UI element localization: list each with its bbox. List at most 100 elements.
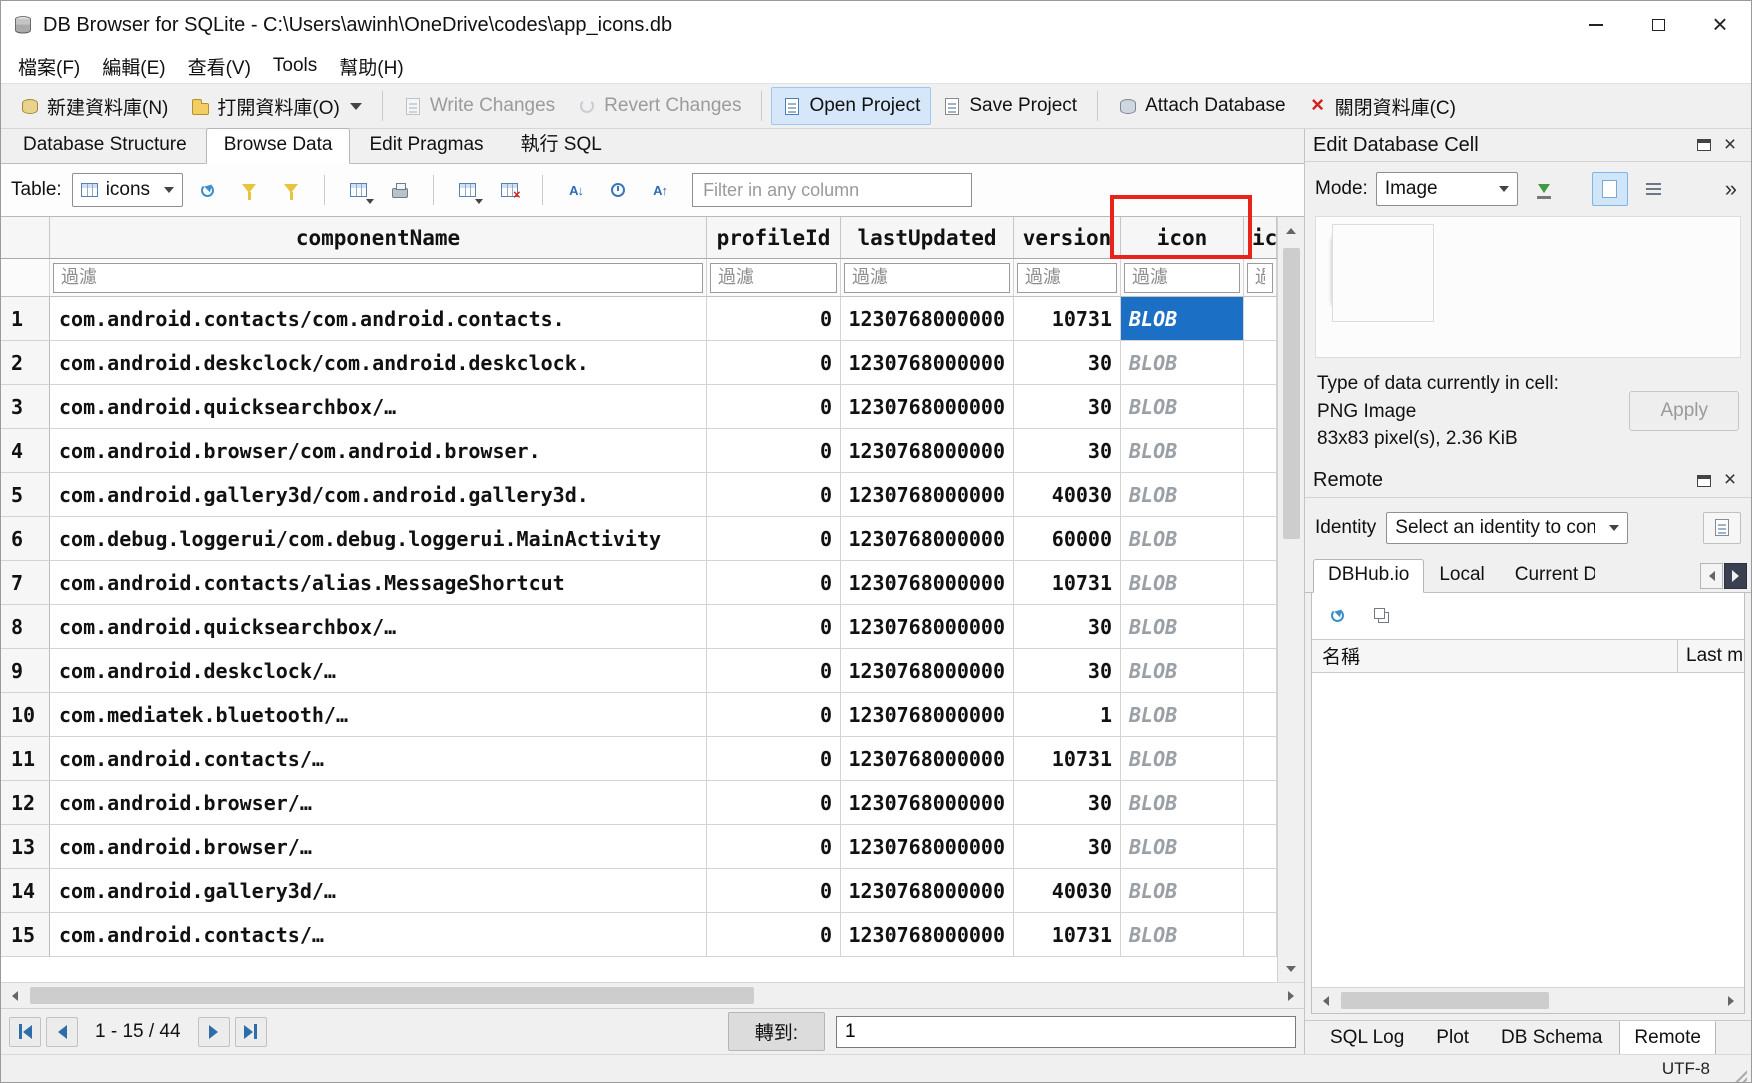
componentName-cell[interactable]: com.android.deskclock/com.android.deskcl…: [50, 341, 707, 385]
componentName-cell[interactable]: com.android.deskclock/…: [50, 649, 707, 693]
table-row[interactable]: 7 com.android.contacts/alias.MessageShor…: [1, 561, 1277, 605]
scroll-right-button[interactable]: [1717, 987, 1744, 1014]
componentName-cell[interactable]: com.android.contacts/…: [50, 737, 707, 781]
icon-blob-cell[interactable]: BLOB: [1121, 869, 1244, 913]
componentName-cell[interactable]: com.android.contacts/alias.MessageShortc…: [50, 561, 707, 605]
version-cell[interactable]: 30: [1014, 341, 1121, 385]
profileId-cell[interactable]: 0: [707, 341, 841, 385]
sort-desc-button[interactable]: A↑: [642, 172, 678, 208]
partial-cell[interactable]: [1244, 385, 1277, 429]
profileId-cell[interactable]: 0: [707, 561, 841, 605]
row-number-cell[interactable]: 13: [1, 825, 50, 869]
open-database-button[interactable]: 打開資料庫(O): [179, 85, 372, 128]
filter-version-input[interactable]: [1017, 263, 1117, 293]
column-header-lastUpdated[interactable]: lastUpdated: [841, 217, 1014, 258]
partial-cell[interactable]: [1244, 649, 1277, 693]
scroll-left-button[interactable]: [1312, 987, 1339, 1014]
lastUpdated-cell[interactable]: 1230768000000: [841, 737, 1014, 781]
write-changes-button[interactable]: Write Changes: [392, 87, 566, 125]
table-row[interactable]: 6 com.debug.loggerui/com.debug.loggerui.…: [1, 517, 1277, 561]
componentName-cell[interactable]: com.debug.loggerui/com.debug.loggerui.Ma…: [50, 517, 707, 561]
attach-database-button[interactable]: Attach Database: [1107, 87, 1296, 125]
row-number-cell[interactable]: 15: [1, 913, 50, 957]
name-column-header[interactable]: 名稱: [1312, 640, 1678, 672]
table-row[interactable]: 1 com.android.contacts/com.android.conta…: [1, 297, 1277, 341]
componentName-cell[interactable]: com.android.contacts/…: [50, 913, 707, 957]
horizontal-scroll-thumb[interactable]: [1341, 992, 1549, 1009]
table-row[interactable]: 11 com.android.contacts/… 0 123076800000…: [1, 737, 1277, 781]
profileId-cell[interactable]: 0: [707, 473, 841, 517]
icon-blob-cell[interactable]: BLOB: [1121, 781, 1244, 825]
partial-cell[interactable]: [1244, 473, 1277, 517]
lastUpdated-cell[interactable]: 1230768000000: [841, 429, 1014, 473]
identity-settings-button[interactable]: [1703, 512, 1741, 544]
partial-cell[interactable]: [1244, 517, 1277, 561]
componentName-cell[interactable]: com.android.browser/com.android.browser.: [50, 429, 707, 473]
save-project-button[interactable]: Save Project: [931, 87, 1088, 125]
sort-asc-button[interactable]: A↓: [558, 172, 594, 208]
row-number-cell[interactable]: 6: [1, 517, 50, 561]
icon-blob-cell[interactable]: BLOB: [1121, 561, 1244, 605]
close-button[interactable]: [1689, 1, 1751, 49]
table-row[interactable]: 14 com.android.gallery3d/… 0 12307680000…: [1, 869, 1277, 913]
column-header-version[interactable]: version: [1014, 217, 1121, 258]
row-number-cell[interactable]: 1: [1, 297, 50, 341]
datetime-format-button[interactable]: [600, 172, 636, 208]
table-row[interactable]: 15 com.android.contacts/… 0 123076800000…: [1, 913, 1277, 957]
toolbar-overflow-chevron-icon[interactable]: [1725, 176, 1741, 202]
row-number-cell[interactable]: 2: [1, 341, 50, 385]
lastUpdated-cell[interactable]: 1230768000000: [841, 517, 1014, 561]
close-panel-button[interactable]: [1717, 133, 1743, 157]
version-cell[interactable]: 30: [1014, 429, 1121, 473]
lastUpdated-cell[interactable]: 1230768000000: [841, 869, 1014, 913]
profileId-cell[interactable]: 0: [707, 297, 841, 341]
import-data-button[interactable]: [1526, 172, 1562, 206]
partial-cell[interactable]: [1244, 561, 1277, 605]
revert-changes-button[interactable]: Revert Changes: [566, 87, 752, 125]
partial-cell[interactable]: [1244, 341, 1277, 385]
vertical-scroll-thumb[interactable]: [1283, 248, 1300, 539]
float-panel-button[interactable]: [1691, 469, 1717, 493]
version-cell[interactable]: 10731: [1014, 913, 1121, 957]
lastUpdated-cell[interactable]: 1230768000000: [841, 605, 1014, 649]
lastUpdated-cell[interactable]: 1230768000000: [841, 781, 1014, 825]
column-header-icon[interactable]: icon: [1121, 217, 1244, 258]
row-number-cell[interactable]: 12: [1, 781, 50, 825]
mode-select[interactable]: Image: [1376, 172, 1518, 206]
version-cell[interactable]: 60000: [1014, 517, 1121, 561]
partial-cell[interactable]: [1244, 429, 1277, 473]
apply-button[interactable]: Apply: [1629, 391, 1739, 431]
version-cell[interactable]: 40030: [1014, 473, 1121, 517]
table-row[interactable]: 9 com.android.deskclock/… 0 123076800000…: [1, 649, 1277, 693]
icon-blob-cell[interactable]: BLOB: [1121, 297, 1244, 341]
componentName-cell[interactable]: com.android.browser/…: [50, 825, 707, 869]
save-filters-button[interactable]: [273, 172, 309, 208]
remote-horizontal-scrollbar[interactable]: [1312, 987, 1744, 1013]
version-cell[interactable]: 30: [1014, 781, 1121, 825]
row-number-cell[interactable]: 14: [1, 869, 50, 913]
version-cell[interactable]: 30: [1014, 825, 1121, 869]
componentName-cell[interactable]: com.android.quicksearchbox/…: [50, 385, 707, 429]
new-database-button[interactable]: 新建資料庫(N): [9, 85, 179, 128]
version-cell[interactable]: 30: [1014, 649, 1121, 693]
menu-edit[interactable]: 編輯(E): [91, 49, 176, 84]
row-number-cell[interactable]: 11: [1, 737, 50, 781]
version-cell[interactable]: 30: [1014, 385, 1121, 429]
column-header-componentName[interactable]: componentName: [50, 217, 707, 258]
scroll-up-button[interactable]: [1278, 217, 1305, 244]
remote-clone-button[interactable]: [1366, 601, 1396, 631]
column-header-partial[interactable]: ic: [1244, 217, 1277, 258]
lastUpdated-cell[interactable]: 1230768000000: [841, 561, 1014, 605]
lastUpdated-cell[interactable]: 1230768000000: [841, 341, 1014, 385]
tab-sql-log[interactable]: SQL Log: [1315, 1021, 1419, 1056]
horizontal-scroll-thumb[interactable]: [30, 987, 754, 1004]
tab-edit-pragmas[interactable]: Edit Pragmas: [351, 128, 501, 164]
goto-record-input[interactable]: [836, 1016, 1296, 1048]
print-button[interactable]: [382, 172, 418, 208]
view-as-text-button[interactable]: [1636, 172, 1672, 206]
lastUpdated-cell[interactable]: 1230768000000: [841, 649, 1014, 693]
open-project-button[interactable]: Open Project: [771, 87, 931, 125]
identity-select[interactable]: Select an identity to conne: [1386, 512, 1628, 544]
lastUpdated-cell[interactable]: 1230768000000: [841, 825, 1014, 869]
tab-execute-sql[interactable]: 執行 SQL: [503, 123, 620, 164]
